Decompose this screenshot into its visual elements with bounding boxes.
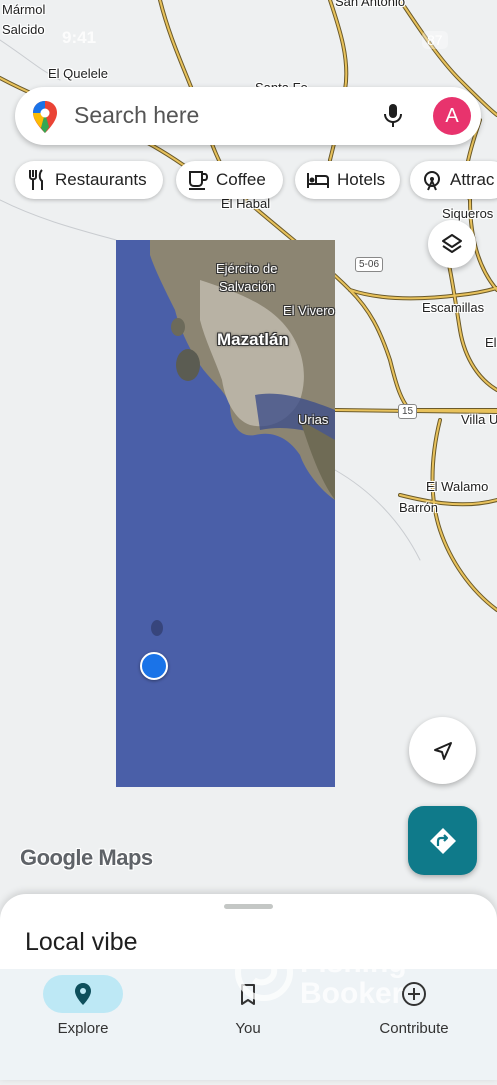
map-label-salcido[interactable]: Salcido	[2, 22, 45, 37]
map-label-el-vivero[interactable]: El Vivero	[283, 303, 335, 318]
sheet-drag-handle[interactable]	[224, 904, 273, 909]
map-label-ejercito[interactable]: Ejército de	[216, 261, 277, 276]
navigation-arrow-icon	[433, 741, 452, 760]
map-label-salvacion[interactable]: Salvación	[219, 279, 275, 294]
coffee-cup-icon	[189, 171, 209, 190]
battery-indicator: 87	[422, 31, 448, 49]
route-shield-15: 15	[398, 404, 418, 419]
google-maps-pin-icon	[32, 100, 58, 139]
google-maps-logo: Google Maps	[20, 845, 153, 870]
microphone-icon[interactable]	[383, 103, 403, 134]
recenter-button[interactable]	[409, 717, 476, 784]
route-shield-5-06: 5-06	[355, 257, 384, 272]
nav-item-explore[interactable]: Explore	[18, 969, 148, 1049]
map-label-el-quelele[interactable]: El Quelele	[48, 66, 108, 81]
map-label-villa-u[interactable]: Villa U	[461, 412, 497, 427]
map-label-barron[interactable]: Barrón	[399, 500, 438, 515]
chip-label: Coffee	[216, 170, 266, 189]
current-location-dot[interactable]	[140, 652, 168, 680]
directions-button[interactable]	[408, 806, 477, 875]
bed-icon	[307, 173, 329, 188]
location-pin-icon	[75, 983, 91, 1005]
map-label-escamillas[interactable]: Escamillas	[422, 300, 484, 315]
map-label-marmol[interactable]: Mármol	[2, 2, 45, 17]
chip-attractions[interactable]: Attrac	[410, 161, 497, 199]
status-time: 9:41	[62, 28, 97, 47]
chip-hotels[interactable]: Hotels	[295, 161, 400, 199]
fishing-booker-logo-icon	[235, 943, 293, 1001]
watermark-line1: Fishing	[300, 946, 407, 979]
nav-label-you: You	[235, 1020, 261, 1037]
map-label-mazatlan[interactable]: Mazatlán	[217, 330, 289, 350]
watermark-line2: Booker	[300, 977, 404, 1010]
map-label-siqueros[interactable]: Siqueros	[442, 206, 493, 221]
chip-label: Attrac	[450, 170, 495, 189]
map-label-urias[interactable]: Urias	[298, 412, 328, 427]
chip-coffee[interactable]: Coffee	[176, 161, 283, 199]
search-input[interactable]: Search here	[74, 102, 199, 129]
nav-label-explore: Explore	[57, 1020, 109, 1037]
layers-button[interactable]	[428, 220, 476, 268]
fork-knife-icon	[29, 169, 43, 190]
chip-label: Hotels	[337, 170, 386, 189]
chip-restaurants[interactable]: Restaurants	[15, 161, 163, 199]
ferris-wheel-icon	[424, 171, 440, 191]
directions-icon	[429, 827, 456, 854]
map-label-el[interactable]: El	[485, 335, 497, 350]
layers-icon	[442, 234, 462, 253]
map-label-el-walamo[interactable]: El Walamo	[426, 479, 488, 494]
map-label-san-antonio[interactable]: San Antonio	[335, 0, 405, 9]
avatar[interactable]: A	[433, 97, 471, 135]
search-bar[interactable]: Search here A	[15, 87, 481, 145]
chip-label: Restaurants	[55, 170, 147, 189]
nav-label-contribute: Contribute	[379, 1020, 449, 1037]
watermark: Fishing Booker	[300, 947, 407, 1009]
sheet-title: Local vibe	[25, 928, 138, 956]
